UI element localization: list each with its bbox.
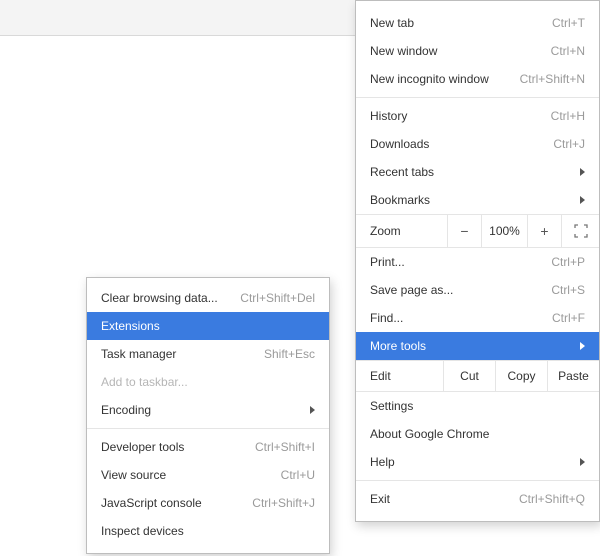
edit-label: Edit	[356, 361, 443, 391]
menu-label: Settings	[370, 399, 585, 413]
menu-item-settings[interactable]: Settings	[356, 392, 599, 420]
menu-shortcut: Ctrl+Shift+N	[520, 72, 585, 86]
menu-label: New window	[370, 44, 551, 58]
zoom-in-button[interactable]: +	[527, 215, 561, 247]
menu-item-print[interactable]: Print... Ctrl+P	[356, 248, 599, 276]
menu-label: New incognito window	[370, 72, 520, 86]
menu-label: Bookmarks	[370, 193, 574, 207]
menu-item-save-page-as[interactable]: Save page as... Ctrl+S	[356, 276, 599, 304]
zoom-label: Zoom	[356, 215, 447, 247]
menu-shortcut: Ctrl+Shift+Q	[519, 492, 585, 506]
menu-label: Find...	[370, 311, 552, 325]
menu-item-more-tools[interactable]: More tools	[356, 332, 599, 360]
submenu-item-task-manager[interactable]: Task manager Shift+Esc	[87, 340, 329, 368]
more-tools-submenu: Clear browsing data... Ctrl+Shift+Del Ex…	[86, 277, 330, 554]
menu-separator	[87, 428, 329, 429]
menu-item-about[interactable]: About Google Chrome	[356, 420, 599, 448]
menu-shortcut: Ctrl+Shift+J	[252, 496, 315, 510]
menu-separator	[356, 480, 599, 481]
zoom-out-button[interactable]: −	[447, 215, 481, 247]
chevron-right-icon	[580, 342, 585, 350]
menu-item-new-window[interactable]: New window Ctrl+N	[356, 37, 599, 65]
chevron-right-icon	[580, 458, 585, 466]
menu-shortcut: Ctrl+Shift+Del	[240, 291, 315, 305]
submenu-item-add-to-taskbar: Add to taskbar...	[87, 368, 329, 396]
submenu-item-javascript-console[interactable]: JavaScript console Ctrl+Shift+J	[87, 489, 329, 517]
menu-label: More tools	[370, 339, 574, 353]
menu-label: History	[370, 109, 551, 123]
submenu-item-extensions[interactable]: Extensions	[87, 312, 329, 340]
menu-shortcut: Ctrl+U	[281, 468, 315, 482]
menu-label: About Google Chrome	[370, 427, 585, 441]
menu-label: Recent tabs	[370, 165, 574, 179]
submenu-item-developer-tools[interactable]: Developer tools Ctrl+Shift+I	[87, 433, 329, 461]
menu-shortcut: Ctrl+H	[551, 109, 585, 123]
menu-shortcut: Ctrl+J	[553, 137, 585, 151]
menu-item-history[interactable]: History Ctrl+H	[356, 102, 599, 130]
menu-item-help[interactable]: Help	[356, 448, 599, 476]
menu-item-recent-tabs[interactable]: Recent tabs	[356, 158, 599, 186]
menu-shortcut: Ctrl+P	[551, 255, 585, 269]
menu-item-new-incognito[interactable]: New incognito window Ctrl+Shift+N	[356, 65, 599, 93]
fullscreen-icon	[574, 224, 588, 238]
menu-label: View source	[101, 468, 281, 482]
submenu-item-view-source[interactable]: View source Ctrl+U	[87, 461, 329, 489]
menu-label: Clear browsing data...	[101, 291, 240, 305]
menu-label: Task manager	[101, 347, 264, 361]
menu-shortcut: Shift+Esc	[264, 347, 315, 361]
menu-label: Encoding	[101, 403, 304, 417]
chevron-right-icon	[310, 406, 315, 414]
menu-item-downloads[interactable]: Downloads Ctrl+J	[356, 130, 599, 158]
menu-shortcut: Ctrl+N	[551, 44, 585, 58]
menu-item-bookmarks[interactable]: Bookmarks	[356, 186, 599, 214]
menu-label: Inspect devices	[101, 524, 315, 538]
paste-button[interactable]: Paste	[547, 361, 599, 391]
menu-label: New tab	[370, 16, 552, 30]
menu-label: Save page as...	[370, 283, 551, 297]
copy-button[interactable]: Copy	[495, 361, 547, 391]
submenu-item-clear-browsing-data[interactable]: Clear browsing data... Ctrl+Shift+Del	[87, 284, 329, 312]
edit-row: Edit Cut Copy Paste	[356, 360, 599, 392]
zoom-value: 100%	[481, 215, 527, 247]
menu-label: Help	[370, 455, 574, 469]
menu-label: Downloads	[370, 137, 553, 151]
zoom-row: Zoom − 100% +	[356, 214, 599, 248]
menu-shortcut: Ctrl+Shift+I	[255, 440, 315, 454]
menu-label: Developer tools	[101, 440, 255, 454]
cut-button[interactable]: Cut	[443, 361, 495, 391]
submenu-item-inspect-devices[interactable]: Inspect devices	[87, 517, 329, 545]
fullscreen-button[interactable]	[561, 215, 599, 247]
chevron-right-icon	[580, 196, 585, 204]
menu-label: Exit	[370, 492, 519, 506]
menu-shortcut: Ctrl+T	[552, 16, 585, 30]
menu-item-new-tab[interactable]: New tab Ctrl+T	[356, 9, 599, 37]
toolbar-strip	[0, 0, 355, 36]
submenu-item-encoding[interactable]: Encoding	[87, 396, 329, 424]
menu-separator	[356, 97, 599, 98]
menu-shortcut: Ctrl+S	[551, 283, 585, 297]
chevron-right-icon	[580, 168, 585, 176]
menu-shortcut: Ctrl+F	[552, 311, 585, 325]
menu-label: Extensions	[101, 319, 315, 333]
chrome-main-menu: New tab Ctrl+T New window Ctrl+N New inc…	[355, 0, 600, 522]
menu-label: Add to taskbar...	[101, 375, 315, 389]
menu-label: JavaScript console	[101, 496, 252, 510]
menu-label: Print...	[370, 255, 551, 269]
menu-item-find[interactable]: Find... Ctrl+F	[356, 304, 599, 332]
menu-item-exit[interactable]: Exit Ctrl+Shift+Q	[356, 485, 599, 513]
